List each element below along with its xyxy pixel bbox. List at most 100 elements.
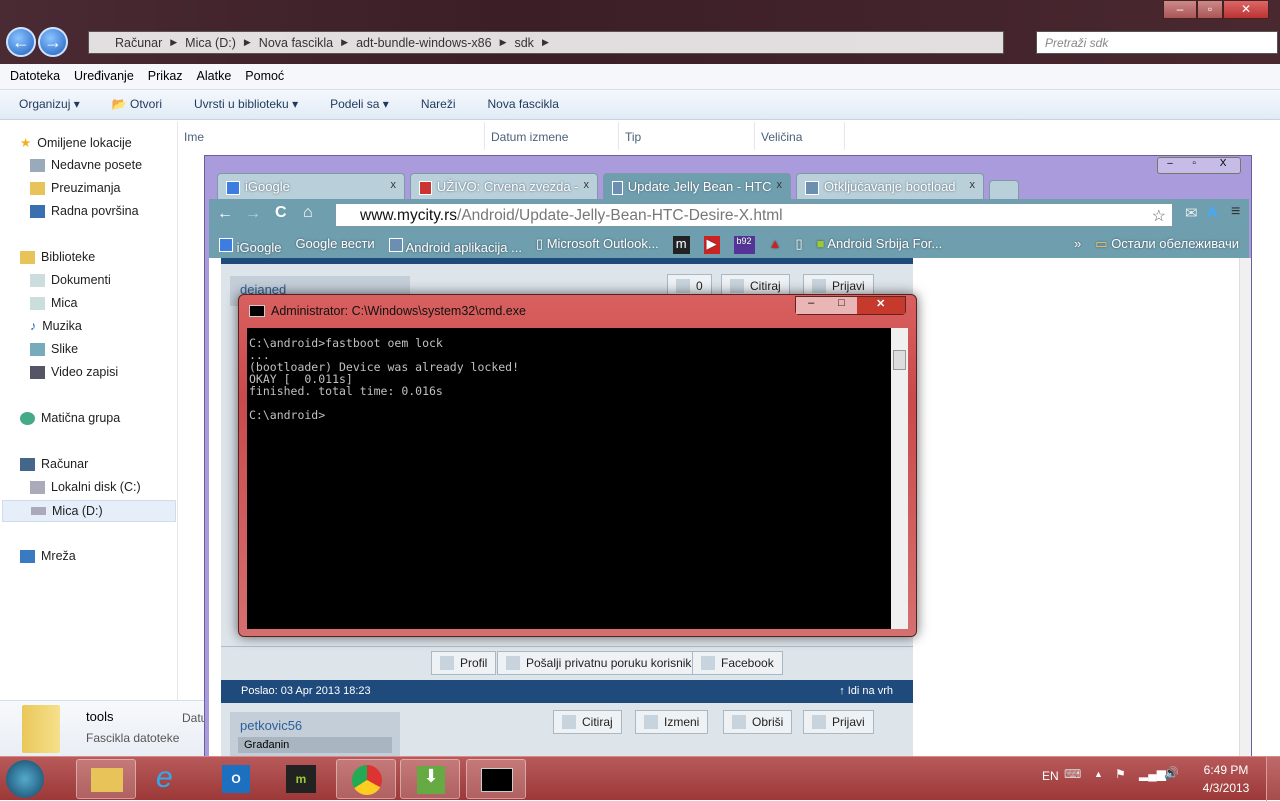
show-hidden-icons[interactable]: ▲ (1094, 769, 1103, 779)
username[interactable]: petkovic56 (240, 718, 390, 733)
maximize-button[interactable]: □ (826, 297, 857, 314)
edit-button[interactable]: Izmeni (635, 710, 709, 734)
bookmark-acrobat-icon[interactable]: ▲ (769, 236, 782, 254)
home-icon[interactable]: ⌂ (303, 204, 313, 222)
action-center-flag-icon[interactable]: ⚑ (1115, 767, 1126, 781)
col-type[interactable]: Tip (619, 122, 755, 150)
maximize-button[interactable]: ▫ (1182, 158, 1206, 173)
organize-button[interactable]: Organizuj ▾ (19, 97, 80, 112)
nav-desktop[interactable]: Radna površina (30, 204, 139, 218)
console-output[interactable]: C:\android>fastboot oem lock ... (bootlo… (247, 328, 891, 629)
forward-icon[interactable]: → (245, 205, 261, 223)
share-button[interactable]: Podeli sa ▾ (330, 97, 389, 112)
close-tab-icon[interactable]: x (391, 179, 397, 200)
profile-button[interactable]: Profil (431, 651, 497, 675)
console-scrollbar[interactable] (891, 328, 908, 629)
bookmark-b92[interactable]: b92 (733, 236, 755, 254)
burn-button[interactable]: Nareži (421, 97, 456, 112)
gmail-checker-icon[interactable]: ✉ (1185, 204, 1198, 222)
nav-disk-c[interactable]: Lokalni disk (C:) (30, 480, 141, 494)
start-button[interactable] (6, 760, 44, 798)
nav-downloads[interactable]: Preuzimanja (30, 181, 120, 195)
omnibox[interactable]: www.mycity.rs/Android/Update-Jelly-Bean-… (335, 203, 1173, 227)
minimize-button[interactable]: – (1163, 0, 1197, 19)
bookmark-page-icon[interactable]: ▯ (795, 236, 802, 254)
menu-view[interactable]: Prikaz (148, 69, 183, 84)
keyboard-icon[interactable]: ⌨ (1064, 767, 1081, 781)
taskbar-explorer[interactable] (76, 759, 136, 799)
taskbar-ie[interactable]: e (140, 759, 200, 799)
taskbar-cmd[interactable] (466, 759, 526, 799)
minimize-button[interactable]: – (796, 297, 827, 314)
crumb[interactable]: sdk (514, 36, 533, 50)
bookmark-igoogle[interactable]: iGoogle (219, 236, 281, 255)
nav-homegroup[interactable]: Matična grupa (20, 411, 120, 425)
other-bookmarks[interactable]: ▭ Остали обележивачи (1095, 236, 1239, 254)
delete-button[interactable]: Obriši (723, 710, 793, 734)
col-size[interactable]: Veličina (755, 122, 845, 150)
reload-icon[interactable]: C (275, 204, 287, 222)
new-tab-button[interactable] (989, 180, 1019, 200)
nav-documents[interactable]: Dokumenti (30, 273, 111, 287)
nav-disk-d[interactable]: Mica (D:) (2, 500, 176, 522)
taskbar-chrome[interactable] (336, 759, 396, 799)
close-tab-icon[interactable]: x (584, 179, 590, 200)
close-button[interactable]: X (1206, 158, 1240, 173)
volume-icon[interactable]: 🔊 (1164, 766, 1179, 780)
language-indicator[interactable]: EN (1042, 769, 1059, 783)
back-button[interactable]: ← (6, 27, 36, 57)
search-input[interactable]: Pretraži sdk (1036, 31, 1278, 54)
translate-icon[interactable]: A (1207, 204, 1218, 221)
taskbar-outlook[interactable]: O (206, 759, 266, 799)
clock-date[interactable]: 4/3/2013 (1196, 781, 1256, 795)
menu-file[interactable]: Datoteka (10, 69, 60, 84)
close-button[interactable]: ✕ (856, 297, 905, 314)
close-button[interactable]: ✕ (1223, 0, 1269, 19)
crumb[interactable]: Mica (D:) (185, 36, 236, 50)
private-message-button[interactable]: Pošalji privatnu poruku korisniku (497, 651, 708, 675)
facebook-button[interactable]: Facebook (692, 651, 783, 675)
nav-favorites[interactable]: ★ Omiljene lokacije (20, 135, 132, 151)
crumb[interactable]: Računar (115, 36, 162, 50)
taskbar-media[interactable]: m (270, 759, 330, 799)
minimize-button[interactable]: – (1158, 158, 1182, 173)
include-library-button[interactable]: Uvrsti u biblioteku ▾ (194, 97, 298, 112)
nav-recent[interactable]: Nedavne posete (30, 158, 142, 172)
nav-videos[interactable]: Video zapisi (30, 365, 118, 379)
clock-time[interactable]: 6:49 PM (1200, 763, 1252, 777)
close-tab-icon[interactable]: x (970, 179, 976, 200)
page-scrollbar[interactable] (1239, 258, 1251, 756)
bookmark-star-icon[interactable]: ☆ (1152, 206, 1166, 226)
nav-libraries[interactable]: Biblioteke (20, 250, 95, 264)
nav-mica[interactable]: Mica (30, 296, 77, 310)
bookmark-android-aplikacija[interactable]: Android aplikacija ... (388, 236, 522, 255)
bookmarks-overflow-icon[interactable]: » (1074, 236, 1081, 254)
bookmark-android-srbija[interactable]: ■ Android Srbija For... (817, 236, 943, 254)
bookmark-m[interactable]: m (672, 236, 690, 254)
open-button[interactable]: 📂 Otvori (112, 97, 162, 112)
taskbar-downloader[interactable]: ⬇ (400, 759, 460, 799)
col-name[interactable]: Ime (178, 122, 485, 150)
menu-edit[interactable]: Uređivanje (74, 69, 134, 84)
col-date[interactable]: Datum izmene (485, 122, 619, 150)
report-button[interactable]: Prijavi (803, 710, 874, 734)
crumb[interactable]: Nova fascikla (259, 36, 333, 50)
bookmark-google-news[interactable]: Google вести (295, 236, 374, 254)
nav-pictures[interactable]: Slike (30, 342, 78, 356)
quote-button[interactable]: Citiraj (553, 710, 622, 734)
bookmark-outlook[interactable]: ▯ Microsoft Outlook... (536, 236, 659, 254)
tab-uzivo[interactable]: UŽIVO: Crvena zvezda - x (410, 173, 598, 200)
nav-music[interactable]: ♪ Muzika (30, 319, 82, 333)
tab-update-jelly-bean[interactable]: Update Jelly Bean - HTC x (603, 173, 791, 200)
scroll-thumb[interactable] (893, 350, 906, 370)
tab-otkljucavanje[interactable]: Otključavanje bootload x (796, 173, 984, 200)
new-folder-button[interactable]: Nova fascikla (488, 97, 559, 112)
menu-icon[interactable]: ≡ (1231, 203, 1240, 221)
crumb[interactable]: adt-bundle-windows-x86 (356, 36, 492, 50)
close-tab-icon[interactable]: x (777, 179, 783, 200)
tab-igoogle[interactable]: iGoogle x (217, 173, 405, 200)
menu-tools[interactable]: Alatke (197, 69, 232, 84)
nav-computer[interactable]: Računar (20, 457, 88, 471)
maximize-button[interactable]: ▫ (1197, 0, 1223, 19)
network-signal-icon[interactable]: ▂▄▆ (1139, 767, 1166, 781)
